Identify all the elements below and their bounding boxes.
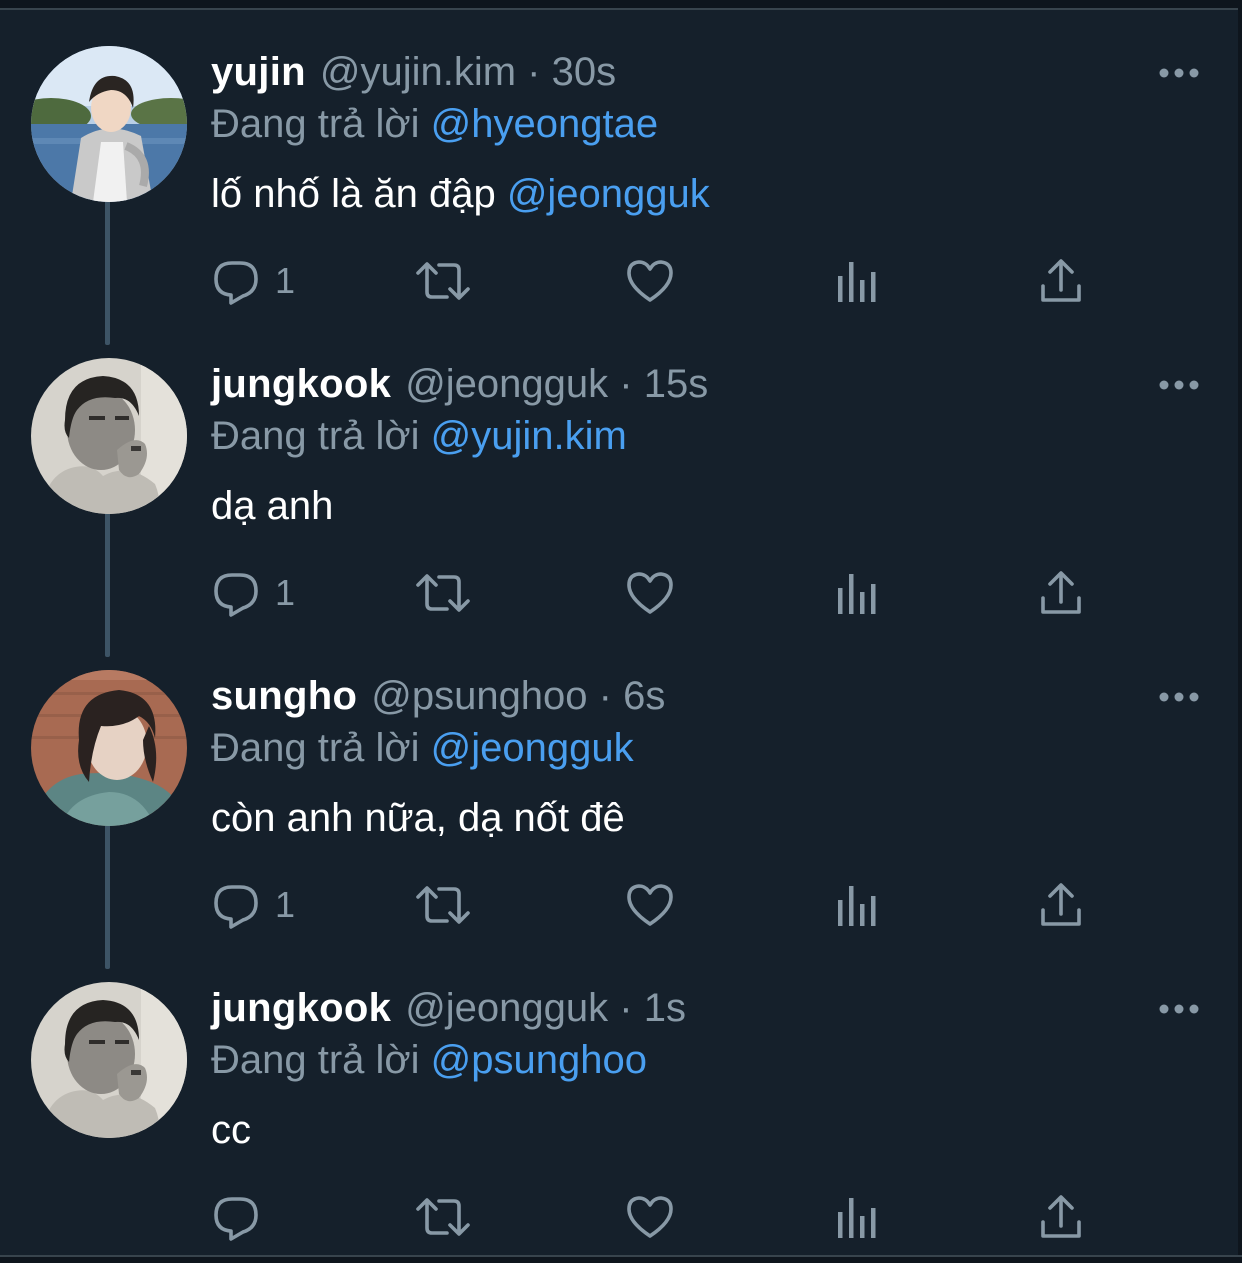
handle-and-time[interactable]: @jeongguk · 15s bbox=[405, 362, 708, 406]
retweet-icon bbox=[414, 880, 472, 930]
avatar[interactable] bbox=[31, 358, 187, 514]
share-button[interactable] bbox=[1039, 558, 1083, 628]
right-edge bbox=[1238, 0, 1242, 1263]
replying-to-label: Đang trả lời bbox=[211, 1038, 420, 1082]
like-button[interactable] bbox=[625, 558, 675, 628]
reply-button[interactable]: 1 bbox=[211, 246, 295, 316]
like-button[interactable] bbox=[625, 1182, 675, 1252]
share-icon bbox=[1039, 256, 1083, 306]
share-button[interactable] bbox=[1039, 870, 1083, 940]
top-edge bbox=[0, 0, 1242, 10]
reply-button[interactable]: 1 bbox=[211, 870, 295, 940]
tweet-actions: 1 bbox=[211, 246, 1111, 316]
retweet-icon bbox=[414, 568, 472, 618]
retweet-button[interactable] bbox=[414, 1182, 472, 1252]
more-icon[interactable] bbox=[1158, 370, 1200, 400]
replying-to-mention[interactable]: @jeongguk bbox=[431, 726, 634, 770]
reply-icon bbox=[211, 256, 261, 306]
reply-button[interactable] bbox=[211, 1182, 275, 1252]
retweet-button[interactable] bbox=[414, 558, 472, 628]
replying-to-label: Đang trả lời bbox=[211, 414, 420, 458]
tweet-header: jungkook @jeongguk · 15s bbox=[211, 358, 708, 410]
analytics-button[interactable] bbox=[835, 558, 879, 628]
share-icon bbox=[1039, 880, 1083, 930]
like-icon bbox=[625, 880, 675, 930]
reply-icon bbox=[211, 1192, 261, 1242]
tweet-actions: 1 bbox=[211, 870, 1111, 940]
tweet-header: sungho @psunghoo · 6s bbox=[211, 670, 665, 722]
handle-and-time[interactable]: @yujin.kim · 30s bbox=[320, 50, 616, 94]
replying-to: Đang trả lời @yujin.kim bbox=[211, 410, 627, 462]
reply-count: 1 bbox=[275, 572, 296, 613]
reply-icon bbox=[211, 880, 261, 930]
display-name[interactable]: jungkook bbox=[211, 986, 391, 1030]
thread-view: yujin @yujin.kim · 30s Đang trả lời @hyeo… bbox=[0, 0, 1242, 1263]
avatar[interactable] bbox=[31, 46, 187, 202]
tweet-text: cc bbox=[211, 1102, 251, 1158]
retweet-button[interactable] bbox=[414, 246, 472, 316]
replying-to-mention[interactable]: @psunghoo bbox=[431, 1038, 647, 1082]
tweet-text-content: dạ anh bbox=[211, 484, 334, 528]
analytics-icon bbox=[835, 568, 879, 618]
share-icon bbox=[1039, 1192, 1083, 1242]
more-icon[interactable] bbox=[1158, 994, 1200, 1024]
like-icon bbox=[625, 568, 675, 618]
tweet[interactable]: jungkook @jeongguk · 1s Đang trả lời @psu… bbox=[0, 946, 1238, 1258]
tweet-text-content: cc bbox=[211, 1108, 251, 1152]
replying-to: Đang trả lời @psunghoo bbox=[211, 1034, 647, 1086]
avatar[interactable] bbox=[31, 982, 187, 1138]
display-name[interactable]: sungho bbox=[211, 674, 357, 718]
analytics-button[interactable] bbox=[835, 246, 879, 316]
more-icon[interactable] bbox=[1158, 682, 1200, 712]
analytics-icon bbox=[835, 1192, 879, 1242]
retweet-icon bbox=[414, 1192, 472, 1242]
analytics-icon bbox=[835, 256, 879, 306]
display-name[interactable]: yujin bbox=[211, 50, 306, 94]
share-button[interactable] bbox=[1039, 246, 1083, 316]
tweet[interactable]: jungkook @jeongguk · 15s Đang trả lời @yu… bbox=[0, 322, 1238, 634]
replying-to-label: Đang trả lời bbox=[211, 726, 420, 770]
like-button[interactable] bbox=[625, 870, 675, 940]
like-button[interactable] bbox=[625, 246, 675, 316]
display-name[interactable]: jungkook bbox=[211, 362, 391, 406]
tweet[interactable]: sungho @psunghoo · 6s Đang trả lời @jeong… bbox=[0, 634, 1238, 946]
reply-button[interactable]: 1 bbox=[211, 558, 295, 628]
reply-count: 1 bbox=[275, 260, 296, 301]
avatar[interactable] bbox=[31, 670, 187, 826]
share-button[interactable] bbox=[1039, 1182, 1083, 1252]
replying-to-mention[interactable]: @yujin.kim bbox=[431, 414, 627, 458]
reply-icon bbox=[211, 568, 261, 618]
retweet-button[interactable] bbox=[414, 870, 472, 940]
analytics-button[interactable] bbox=[835, 870, 879, 940]
tweet[interactable]: yujin @yujin.kim · 30s Đang trả lời @hyeo… bbox=[0, 10, 1238, 322]
tweet-text-content: còn anh nữa, dạ nốt đê bbox=[211, 796, 625, 840]
tweet-mention[interactable]: @jeongguk bbox=[507, 172, 710, 216]
tweet-actions bbox=[211, 1182, 1111, 1252]
tweet-text: dạ anh bbox=[211, 478, 333, 534]
replying-to-label: Đang trả lời bbox=[211, 102, 420, 146]
replying-to-mention[interactable]: @hyeongtae bbox=[431, 102, 658, 146]
replying-to: Đang trả lời @hyeongtae bbox=[211, 98, 658, 150]
share-icon bbox=[1039, 568, 1083, 618]
like-icon bbox=[625, 1192, 675, 1242]
replying-to: Đang trả lời @jeongguk bbox=[211, 722, 634, 774]
handle-and-time[interactable]: @jeongguk · 1s bbox=[405, 986, 686, 1030]
analytics-icon bbox=[835, 880, 879, 930]
tweet-text-content: lố nhố là ăn đập bbox=[211, 172, 496, 216]
tweet-header: jungkook @jeongguk · 1s bbox=[211, 982, 686, 1034]
like-icon bbox=[625, 256, 675, 306]
tweet-actions: 1 bbox=[211, 558, 1111, 628]
more-icon[interactable] bbox=[1158, 58, 1200, 88]
reply-count: 1 bbox=[275, 884, 296, 925]
retweet-icon bbox=[414, 256, 472, 306]
tweet-text: còn anh nữa, dạ nốt đê bbox=[211, 790, 625, 846]
tweet-text: lố nhố là ăn đập @jeongguk bbox=[211, 166, 710, 222]
tweet-header: yujin @yujin.kim · 30s bbox=[211, 46, 616, 98]
analytics-button[interactable] bbox=[835, 1182, 879, 1252]
handle-and-time[interactable]: @psunghoo · 6s bbox=[371, 674, 665, 718]
